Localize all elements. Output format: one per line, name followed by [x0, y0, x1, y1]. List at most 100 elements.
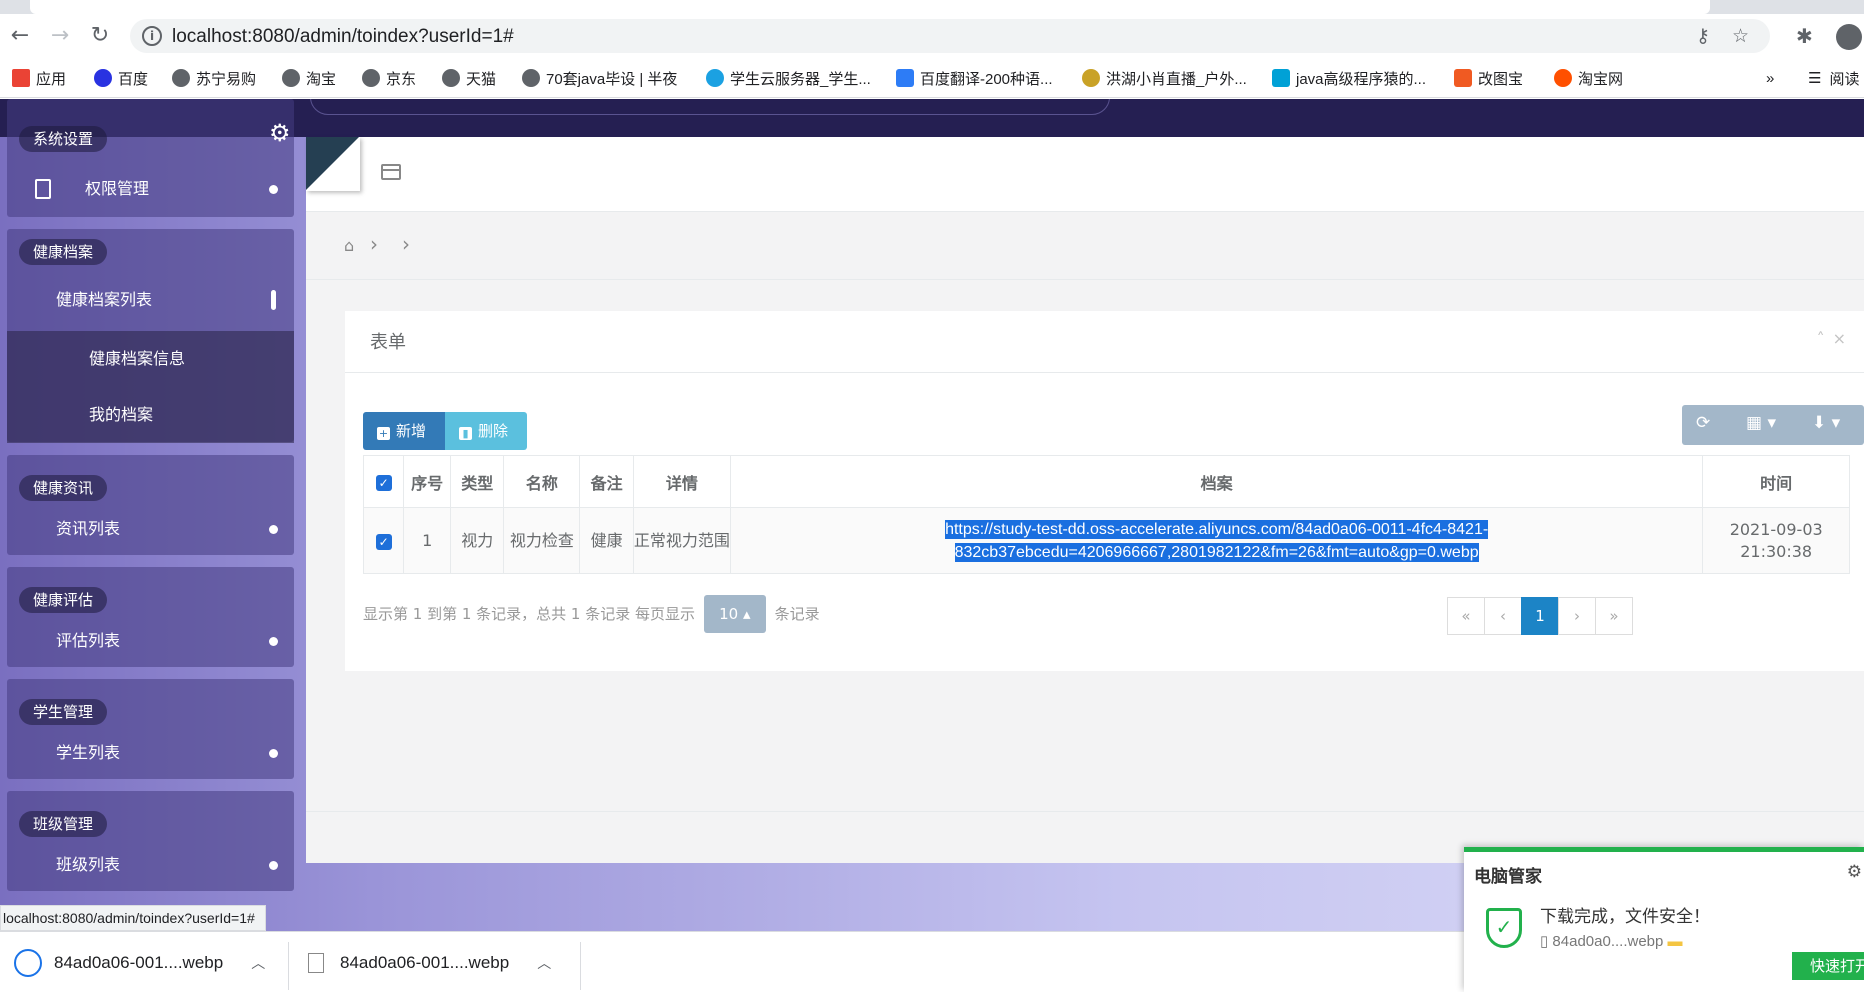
download-item[interactable]: 84ad0a06-001....webp ︿	[308, 932, 551, 992]
sidebar-item-permissions[interactable]: 权限管理	[7, 167, 294, 211]
address-bar[interactable]: i localhost:8080/admin/toindex?userId=1#…	[130, 19, 1770, 53]
sidebar-group-health-news: 健康资讯 资讯列表	[7, 455, 294, 555]
bookmark-java-projects[interactable]: 70套java毕设 | 半夜	[522, 66, 677, 90]
download-item[interactable]: 84ad0a06-001....webp ︿	[14, 932, 265, 992]
file-progress-icon	[14, 948, 42, 977]
sidebar-group-title: 系统设置	[19, 126, 108, 152]
cell-detail: 正常视力范围	[632, 507, 731, 574]
sidebar-item-class-list[interactable]: 班级列表	[7, 843, 294, 887]
globe-icon	[442, 69, 460, 87]
collapse-icon[interactable]: ˄	[1817, 329, 1833, 348]
site-info-icon[interactable]: i	[142, 26, 162, 46]
delete-button[interactable]: ▮ 删除	[445, 412, 527, 450]
profile-avatar[interactable]	[1836, 24, 1862, 50]
back-icon[interactable]: ←	[8, 24, 32, 48]
bookmark-live-stream[interactable]: 洪湖小肖直播_户外...	[1082, 66, 1247, 90]
forward-icon[interactable]: →	[48, 24, 72, 48]
cell-time: 2021-09-03 21:30:38	[1702, 507, 1850, 574]
cell-remark: 健康	[579, 507, 634, 574]
export-icon[interactable]: ⬇ ▾	[1812, 413, 1840, 433]
bookmark-apps[interactable]: 应用	[12, 66, 66, 90]
bookmark-jd[interactable]: 京东	[362, 66, 416, 90]
bookmark-taobao[interactable]: 淘宝	[282, 66, 336, 90]
window-icon[interactable]	[381, 164, 401, 180]
bookmarks-more[interactable]: »	[1766, 66, 1774, 90]
active-tab[interactable]	[30, 0, 1710, 14]
file-icon: ▯	[1540, 933, 1553, 950]
dot-icon	[269, 525, 278, 534]
page-size-select[interactable]: 10 ▴	[703, 595, 766, 633]
toast-title: 电脑管家	[1474, 867, 1542, 887]
sidebar-item-student-list[interactable]: 学生列表	[7, 731, 294, 775]
table-row[interactable]: ✓ 1 视力 视力检查 健康 正常视力范围 https://study-test…	[362, 507, 1850, 574]
prev-page-button[interactable]: ‹	[1484, 597, 1522, 635]
sidebar-subitem-my-record[interactable]: 我的档案	[7, 387, 294, 443]
column-header[interactable]: 时间	[1702, 455, 1850, 508]
reading-list[interactable]: ☰ 阅读	[1808, 66, 1859, 90]
status-bar-url: localhost:8080/admin/toindex?userId=1#	[0, 905, 266, 931]
row-checkbox[interactable]: ✓	[375, 533, 392, 550]
bookmark-baidu-translate[interactable]: 百度翻译-200种语...	[896, 66, 1053, 90]
sidebar-subitem-record-info[interactable]: 健康档案信息	[7, 331, 294, 387]
translate-icon	[896, 69, 914, 87]
bookmark-java-senior[interactable]: java高级程序猿的...	[1272, 66, 1426, 90]
bookmarks-bar: 应用 百度 苏宁易购 淘宝 京东 天猫 70套java毕设 | 半夜 学生云服务…	[0, 58, 1864, 98]
bookmark-tmall[interactable]: 天猫	[442, 66, 496, 90]
close-icon[interactable]: ×	[1833, 329, 1854, 348]
column-header[interactable]: 类型	[449, 455, 505, 508]
sidebar-item-news-list[interactable]: 资讯列表	[7, 507, 294, 551]
next-page-button[interactable]: ›	[1558, 597, 1596, 635]
sidebar-group-title: 班级管理	[19, 811, 108, 837]
plus-square-icon: +	[377, 427, 390, 440]
column-header[interactable]: 详情	[632, 455, 731, 508]
bookmark-taobao-net[interactable]: 淘宝网	[1554, 66, 1623, 90]
gear-icon[interactable]: ⚙	[269, 119, 291, 147]
breadcrumb: ⌂ › ›	[306, 212, 1864, 280]
column-header[interactable]: 序号	[403, 455, 451, 508]
sidebar-group-health-records: 健康档案 健康档案列表 健康档案信息 我的档案	[7, 229, 294, 443]
last-page-button[interactable]: »	[1595, 597, 1633, 635]
bookmark-suning[interactable]: 苏宁易购	[172, 66, 256, 90]
toast-file[interactable]: ▯ 84ad0a0....webp ▬	[1540, 932, 1683, 950]
pagination-info: 显示第 1 到第 1 条记录，总共 1 条记录 每页显示 10 ▴ 条记录	[363, 595, 820, 633]
column-header[interactable]: 备注	[579, 455, 634, 508]
table-header-row: ✓ 序号 类型 名称 备注 详情 档案 时间	[362, 455, 1850, 508]
columns-icon[interactable]: ▦ ▾	[1746, 413, 1776, 433]
panel-title: 表单	[370, 332, 406, 353]
chevron-up-icon[interactable]: ︿	[537, 953, 551, 973]
folder-icon[interactable]: ▬	[1663, 933, 1683, 950]
home-icon[interactable]: ⌂	[344, 236, 354, 255]
star-icon[interactable]: ☆	[1732, 25, 1749, 47]
file-link-line1[interactable]: https://study-test-dd.oss-accelerate.ali…	[945, 519, 1489, 539]
sidebar-item-health-record-list[interactable]: 健康档案列表	[7, 278, 294, 322]
page-1-button[interactable]: 1	[1521, 597, 1559, 635]
quick-open-button[interactable]: 快速打开	[1792, 952, 1864, 980]
tab-strip	[0, 0, 1864, 14]
apps-grid-icon	[12, 69, 30, 87]
column-header[interactable]: 档案	[729, 455, 1704, 508]
dot-icon	[269, 185, 278, 194]
sidebar-group-title: 健康资讯	[19, 475, 108, 501]
bookmark-gaitubao[interactable]: 改图宝	[1454, 66, 1523, 90]
url-text[interactable]: localhost:8080/admin/toindex?userId=1#	[172, 26, 514, 48]
key-icon[interactable]: ⚷	[1696, 25, 1710, 47]
add-button[interactable]: + 新增	[363, 412, 445, 450]
column-header[interactable]: 名称	[503, 455, 581, 508]
reload-icon[interactable]: ↻	[88, 24, 112, 48]
sidebar-item-assessment-list[interactable]: 评估列表	[7, 619, 294, 663]
dot-icon	[269, 637, 278, 646]
bookmark-student-cloud[interactable]: 学生云服务器_学生...	[706, 66, 871, 90]
pagination: « ‹ 1 › »	[1447, 597, 1633, 635]
settings-icon[interactable]: ⚙	[1847, 862, 1862, 882]
refresh-icon[interactable]: ⟳	[1696, 413, 1710, 433]
sidebar-group-health-assessment: 健康评估 评估列表	[7, 567, 294, 667]
first-page-button[interactable]: «	[1447, 597, 1485, 635]
sidebar: 系统设置 ⚙ 权限管理 健康档案 健康档案列表 健康档案信息 我的档案 健康资讯…	[0, 99, 306, 931]
chevron-up-icon[interactable]: ︿	[251, 953, 265, 973]
select-all-checkbox[interactable]: ✓	[375, 475, 392, 491]
globe-icon	[362, 69, 380, 87]
file-link-line2[interactable]: 832cb37ebcedu=4206966667,2801982122&fm=2…	[954, 542, 1479, 562]
extensions-icon[interactable]: ✱	[1796, 24, 1813, 48]
bookmark-baidu[interactable]: 百度	[94, 66, 148, 90]
cell-file[interactable]: https://study-test-dd.oss-accelerate.ali…	[729, 507, 1704, 574]
